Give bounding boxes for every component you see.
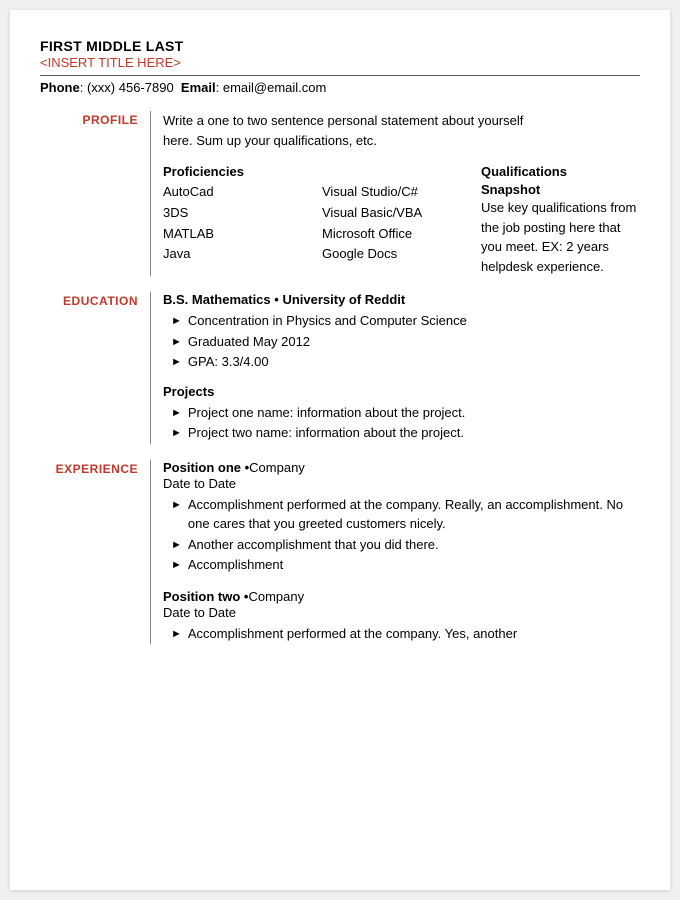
edu-bullet-text-1: Graduated May 2012 — [188, 332, 310, 352]
prof-item-c2-2: Microsoft Office — [322, 224, 481, 245]
project-bullet-text-1: Project two name: information about the … — [188, 423, 464, 443]
prof-header: Proficiencies — [163, 164, 322, 179]
education-label: EDUCATION — [40, 292, 150, 444]
edu-university: University of Reddit — [282, 292, 405, 307]
experience-content: Position one •Company Date to Date ► Acc… — [163, 460, 640, 645]
pos1-title: Position one — [163, 460, 241, 475]
profile-text-line2: here. Sum up your qualifications, etc. — [163, 131, 640, 151]
position-2-title: Position two •Company — [163, 589, 640, 604]
edu-degree: B.S. Mathematics • University of Reddit — [163, 292, 640, 307]
email-value: email@email.com — [223, 80, 327, 95]
project-bullet-1: ► Project two name: information about th… — [171, 423, 640, 443]
edu-bullet-2: ► GPA: 3.3/4.00 — [171, 352, 640, 372]
prof-item-3: Java — [163, 244, 322, 265]
phone-label: Phone — [40, 80, 80, 95]
pos2-bullet-0: ► Accomplishment performed at the compan… — [171, 624, 640, 644]
prof-item-c2-0: Visual Studio/C# — [322, 182, 481, 203]
position-1-title: Position one •Company — [163, 460, 640, 475]
pos2-company: Company — [248, 589, 304, 604]
pos1-bullet-2: ► Accomplishment — [171, 555, 640, 575]
profile-section: PROFILE Write a one to two sentence pers… — [40, 111, 640, 276]
pos1-bullet-text-1: Another accomplishment that you did ther… — [188, 535, 439, 555]
prof-header2 — [322, 164, 481, 179]
pos1-bullet-text-2: Accomplishment — [188, 555, 283, 575]
bullet-arrow-icon: ► — [171, 497, 182, 514]
prof-item-1: 3DS — [163, 203, 322, 224]
pos2-bullet-list: ► Accomplishment performed at the compan… — [163, 624, 640, 644]
pos1-date: Date to Date — [163, 476, 640, 491]
header-divider — [40, 75, 640, 76]
bullet-arrow-icon: ► — [171, 313, 182, 330]
education-content: B.S. Mathematics • University of Reddit … — [163, 292, 640, 444]
pos1-bullet-list: ► Accomplishment performed at the compan… — [163, 495, 640, 575]
bullet-arrow-icon: ► — [171, 354, 182, 371]
pos1-sep: • — [241, 460, 249, 475]
projects-title: Projects — [163, 384, 640, 399]
pos2-title: Position two — [163, 589, 240, 604]
phone-value: (xxx) 456-7890 — [87, 80, 174, 95]
prof-item-0: AutoCad — [163, 182, 322, 203]
bullet-arrow-icon: ► — [171, 425, 182, 442]
header-name: FIRST MIDDLE LAST — [40, 38, 640, 54]
profile-divider — [150, 111, 151, 276]
header-title: <INSERT TITLE HERE> — [40, 55, 640, 70]
qual-text: Use key qualifications from the job post… — [481, 198, 640, 276]
profile-text-line1: Write a one to two sentence personal sta… — [163, 111, 640, 131]
edu-bullet-list: ► Concentration in Physics and Computer … — [163, 311, 640, 372]
pos1-bullet-1: ► Another accomplishment that you did th… — [171, 535, 640, 555]
edu-degree-bold: B.S. Mathematics — [163, 292, 271, 307]
qual-header: Qualifications — [481, 164, 640, 179]
prof-item-2: MATLAB — [163, 224, 322, 245]
proficiencies-row: Proficiencies AutoCad 3DS MATLAB Java Vi… — [163, 164, 640, 276]
header-contact: Phone: (xxx) 456-7890 Email: email@email… — [40, 80, 640, 95]
project-bullet-0: ► Project one name: information about th… — [171, 403, 640, 423]
pos1-company: Company — [249, 460, 305, 475]
experience-section: EXPERIENCE Position one •Company Date to… — [40, 460, 640, 645]
resume-page: FIRST MIDDLE LAST <INSERT TITLE HERE> Ph… — [10, 10, 670, 890]
pos1-bullet-0: ► Accomplishment performed at the compan… — [171, 495, 640, 534]
experience-divider — [150, 460, 151, 645]
project-bullet-text-0: Project one name: information about the … — [188, 403, 466, 423]
edu-bullet-0: ► Concentration in Physics and Computer … — [171, 311, 640, 331]
bullet-arrow-icon: ► — [171, 626, 182, 643]
position-2-block: Position two •Company Date to Date ► Acc… — [163, 589, 640, 644]
qual-col: Qualifications Snapshot Use key qualific… — [481, 164, 640, 276]
edu-bullet-text-0: Concentration in Physics and Computer Sc… — [188, 311, 467, 331]
education-divider — [150, 292, 151, 444]
edu-bullet-1: ► Graduated May 2012 — [171, 332, 640, 352]
education-section: EDUCATION B.S. Mathematics • University … — [40, 292, 640, 444]
prof-col2: Visual Studio/C# Visual Basic/VBA Micros… — [322, 164, 481, 276]
bullet-arrow-icon: ► — [171, 405, 182, 422]
prof-col1: Proficiencies AutoCad 3DS MATLAB Java — [163, 164, 322, 276]
prof-item-c2-3: Google Docs — [322, 244, 481, 265]
bullet-arrow-icon: ► — [171, 334, 182, 351]
qual-snapshot: Snapshot — [481, 182, 640, 197]
edu-separator: • — [271, 292, 283, 307]
email-label: Email — [181, 80, 216, 95]
pos2-bullet-text-0: Accomplishment performed at the company.… — [188, 624, 517, 644]
bullet-arrow-icon: ► — [171, 557, 182, 574]
profile-content: Write a one to two sentence personal sta… — [163, 111, 640, 276]
prof-item-c2-1: Visual Basic/VBA — [322, 203, 481, 224]
edu-bullet-text-2: GPA: 3.3/4.00 — [188, 352, 269, 372]
experience-label: EXPERIENCE — [40, 460, 150, 645]
pos2-date: Date to Date — [163, 605, 640, 620]
profile-label: PROFILE — [40, 111, 150, 276]
pos1-bullet-text-0: Accomplishment performed at the company.… — [188, 495, 640, 534]
bullet-arrow-icon: ► — [171, 537, 182, 554]
projects-bullet-list: ► Project one name: information about th… — [163, 403, 640, 443]
